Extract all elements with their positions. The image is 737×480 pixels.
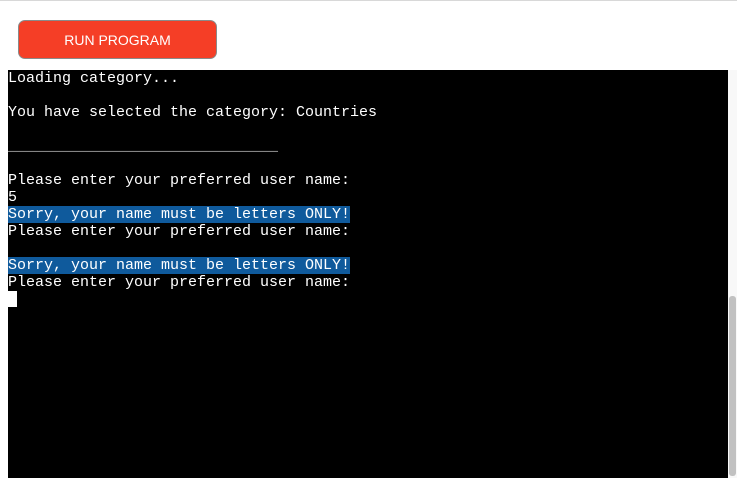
error-message: Sorry, your name must be letters ONLY! [8, 257, 351, 274]
terminal-error: Sorry, your name must be letters ONLY! [8, 206, 728, 223]
terminal-prompt: Please enter your preferred user name: [8, 274, 728, 291]
terminal-text: You have selected the category: Countrie… [8, 104, 378, 121]
run-program-button[interactable]: RUN PROGRAM [18, 20, 217, 59]
terminal-text: Loading category... [8, 70, 180, 87]
terminal-error: Sorry, your name must be letters ONLY! [8, 257, 728, 274]
terminal-line: Loading category... [8, 70, 728, 87]
terminal-prompt: Please enter your preferred user name: [8, 223, 728, 240]
terminal-input-line[interactable] [8, 291, 728, 308]
terminal[interactable]: Loading category... You have selected th… [8, 70, 728, 478]
terminal-text: ______________________________ [8, 138, 279, 155]
terminal-text: Please enter your preferred user name: [8, 274, 351, 291]
error-message: Sorry, your name must be letters ONLY! [8, 206, 351, 223]
scrollbar-thumb[interactable] [729, 296, 736, 476]
text-cursor [8, 291, 17, 307]
top-divider [0, 0, 737, 1]
terminal-user-input: 5 [8, 189, 728, 206]
terminal-line: You have selected the category: Countrie… [8, 104, 728, 121]
terminal-text: 5 [8, 189, 18, 206]
terminal-rule: ______________________________ [8, 138, 728, 155]
terminal-text: Please enter your preferred user name: [8, 223, 351, 240]
terminal-prompt: Please enter your preferred user name: [8, 172, 728, 189]
terminal-text: Please enter your preferred user name: [8, 172, 351, 189]
